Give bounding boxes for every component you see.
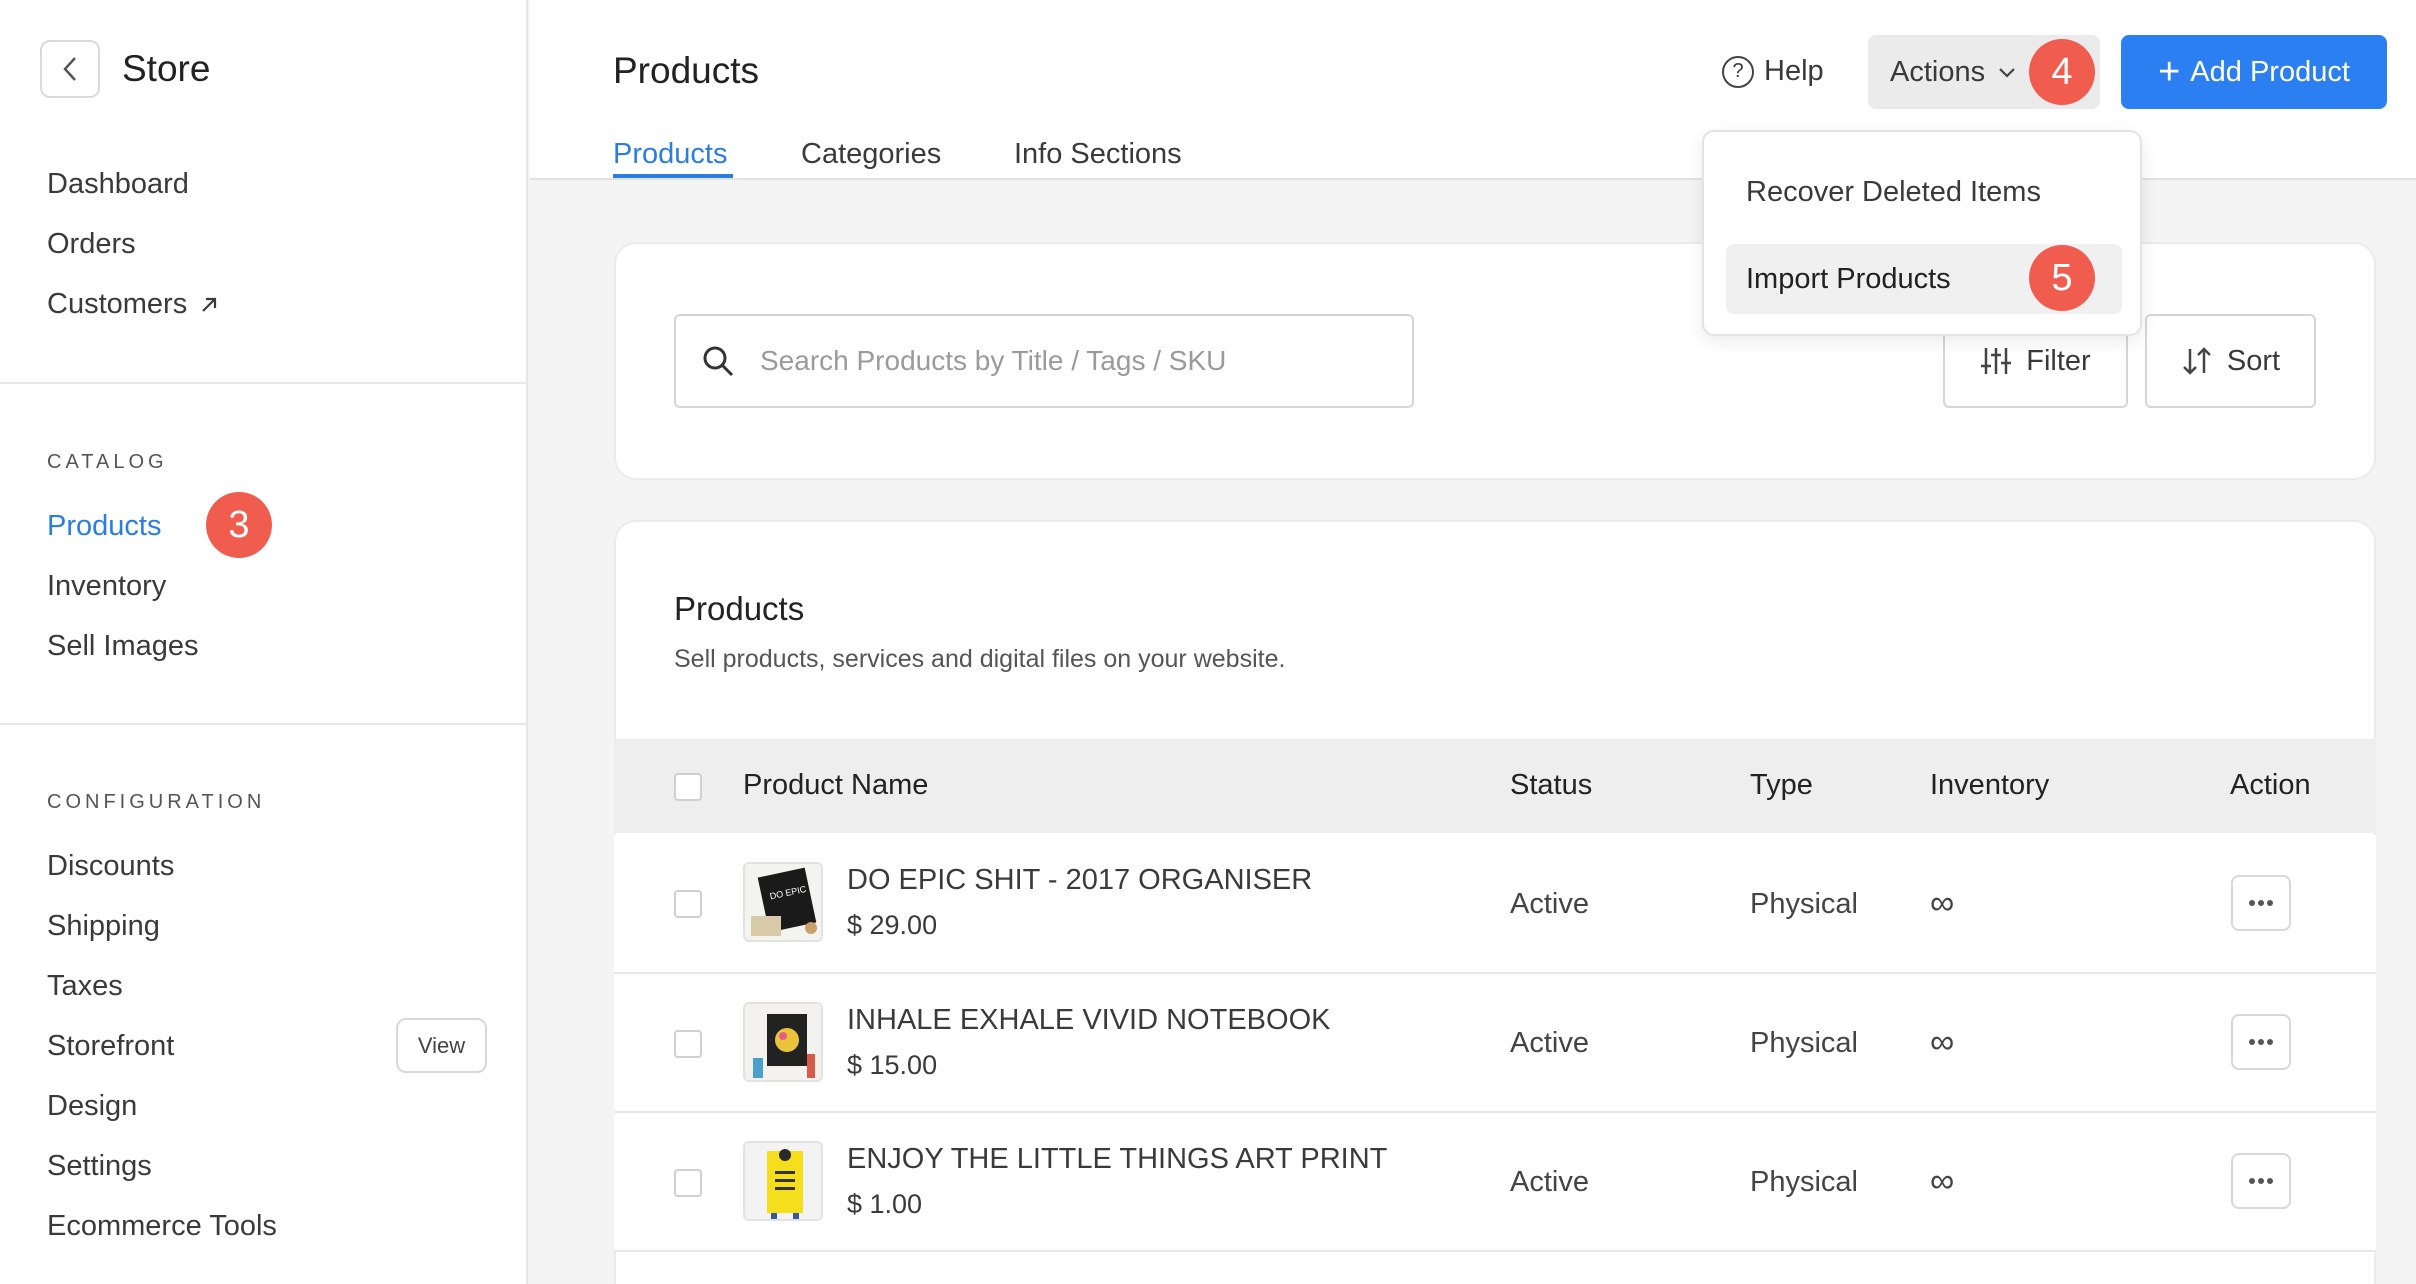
column-header-action: Action (2230, 769, 2311, 801)
product-type: Physical (1750, 1027, 1858, 1059)
more-dots-icon (2249, 1178, 2273, 1184)
sidebar-item-orders[interactable]: Orders (47, 228, 136, 261)
row-checkbox[interactable] (674, 1169, 702, 1197)
product-price: $ 1.00 (847, 1189, 923, 1219)
row-checkbox[interactable] (674, 1030, 702, 1058)
product-thumbnail[interactable] (743, 1141, 823, 1221)
table-row[interactable] (614, 1113, 2376, 1252)
sidebar-item-dashboard[interactable]: Dashboard (47, 168, 189, 201)
chevron-down-icon (1999, 68, 2015, 78)
table-row[interactable] (614, 974, 2376, 1113)
divider (0, 723, 528, 725)
step-badge-4: 4 (2029, 39, 2095, 105)
product-name[interactable]: DO EPIC SHIT - 2017 ORGANISER (847, 864, 1312, 897)
sidebar-item-sell-images[interactable]: Sell Images (47, 630, 199, 663)
product-status: Active (1510, 888, 1589, 920)
storefront-view-button[interactable]: View (396, 1018, 487, 1073)
step-badge-5: 5 (2029, 245, 2095, 311)
section-heading-catalog: CATALOG (47, 451, 168, 473)
sidebar-item-ecommerce-tools[interactable]: Ecommerce Tools (47, 1210, 277, 1243)
product-name[interactable]: INHALE EXHALE VIVID NOTEBOOK (847, 1004, 1330, 1037)
sidebar-item-shipping[interactable]: Shipping (47, 910, 160, 943)
product-inventory: ∞ (1930, 1023, 1955, 1061)
sliders-icon (1981, 348, 2012, 374)
active-tab-indicator (613, 174, 733, 178)
row-actions-button[interactable] (2231, 1014, 2291, 1070)
row-actions-button[interactable] (2231, 1153, 2291, 1209)
filter-label: Filter (2026, 344, 2091, 377)
search-field[interactable] (674, 314, 1414, 408)
product-inventory: ∞ (1930, 884, 1955, 922)
column-header-inventory[interactable]: Inventory (1930, 769, 2049, 802)
sort-button[interactable]: Sort (2145, 314, 2316, 408)
back-button[interactable] (40, 40, 100, 98)
step-badge-3: 3 (206, 492, 272, 558)
chevron-left-icon (63, 57, 76, 81)
sidebar-item-products[interactable]: Products (47, 510, 161, 543)
help-icon: ? (1722, 55, 1754, 88)
product-thumbnail[interactable] (743, 1002, 823, 1082)
add-product-label: Add Product (2190, 55, 2350, 88)
sidebar: Store Dashboard Orders Customers CATALOG… (0, 0, 528, 1284)
external-link-icon (202, 297, 217, 312)
actions-label: Actions (1890, 55, 1986, 88)
tab-info-sections[interactable]: Info Sections (1014, 138, 1182, 171)
products-section-subtitle: Sell products, services and digital file… (674, 645, 1286, 673)
more-dots-icon (2249, 1039, 2273, 1045)
sidebar-item-customers[interactable]: Customers (47, 288, 219, 321)
sidebar-item-settings[interactable]: Settings (47, 1150, 152, 1183)
sidebar-item-label: Customers (47, 288, 188, 320)
help-label: Help (1764, 55, 1824, 87)
tab-products[interactable]: Products (613, 138, 727, 171)
sort-label: Sort (2226, 344, 2281, 377)
section-heading-configuration: CONFIGURATION (47, 791, 266, 813)
menu-item-recover-deleted[interactable]: Recover Deleted Items (1726, 157, 2122, 227)
column-header-type[interactable]: Type (1750, 769, 1813, 802)
tab-categories[interactable]: Categories (801, 138, 941, 171)
table-row[interactable] (614, 835, 2376, 974)
product-name[interactable]: ENJOY THE LITTLE THINGS ART PRINT (847, 1143, 1387, 1176)
sidebar-item-storefront[interactable]: Storefront (47, 1030, 174, 1063)
product-price: $ 29.00 (847, 910, 938, 940)
sidebar-item-taxes[interactable]: Taxes (47, 970, 123, 1003)
search-input[interactable] (760, 345, 1360, 377)
product-thumbnail[interactable]: DO EPIC (743, 862, 823, 942)
product-type: Physical (1750, 1166, 1858, 1198)
row-actions-button[interactable] (2231, 875, 2291, 931)
sidebar-header: Store (40, 40, 210, 98)
product-inventory: ∞ (1930, 1162, 1955, 1200)
column-header-status[interactable]: Status (1510, 769, 1592, 802)
sidebar-item-discounts[interactable]: Discounts (47, 850, 174, 883)
more-dots-icon (2249, 900, 2273, 906)
product-price: $ 15.00 (847, 1050, 938, 1080)
divider (0, 382, 528, 384)
plus-icon: + (2158, 51, 2181, 93)
row-checkbox[interactable] (674, 890, 702, 918)
select-all-checkbox[interactable] (674, 773, 702, 801)
sort-icon (2183, 347, 2211, 375)
page-title: Products (613, 50, 760, 91)
help-button[interactable]: ? Help (1722, 55, 1824, 88)
product-type: Physical (1750, 888, 1858, 920)
store-title: Store (122, 48, 211, 89)
product-status: Active (1510, 1027, 1589, 1059)
products-section-title: Products (674, 590, 805, 627)
add-product-button[interactable]: + Add Product (2121, 35, 2387, 109)
product-status: Active (1510, 1166, 1589, 1198)
search-icon (703, 346, 734, 377)
sidebar-item-inventory[interactable]: Inventory (47, 570, 166, 603)
column-header-product-name[interactable]: Product Name (743, 769, 928, 802)
sidebar-item-design[interactable]: Design (47, 1090, 137, 1123)
